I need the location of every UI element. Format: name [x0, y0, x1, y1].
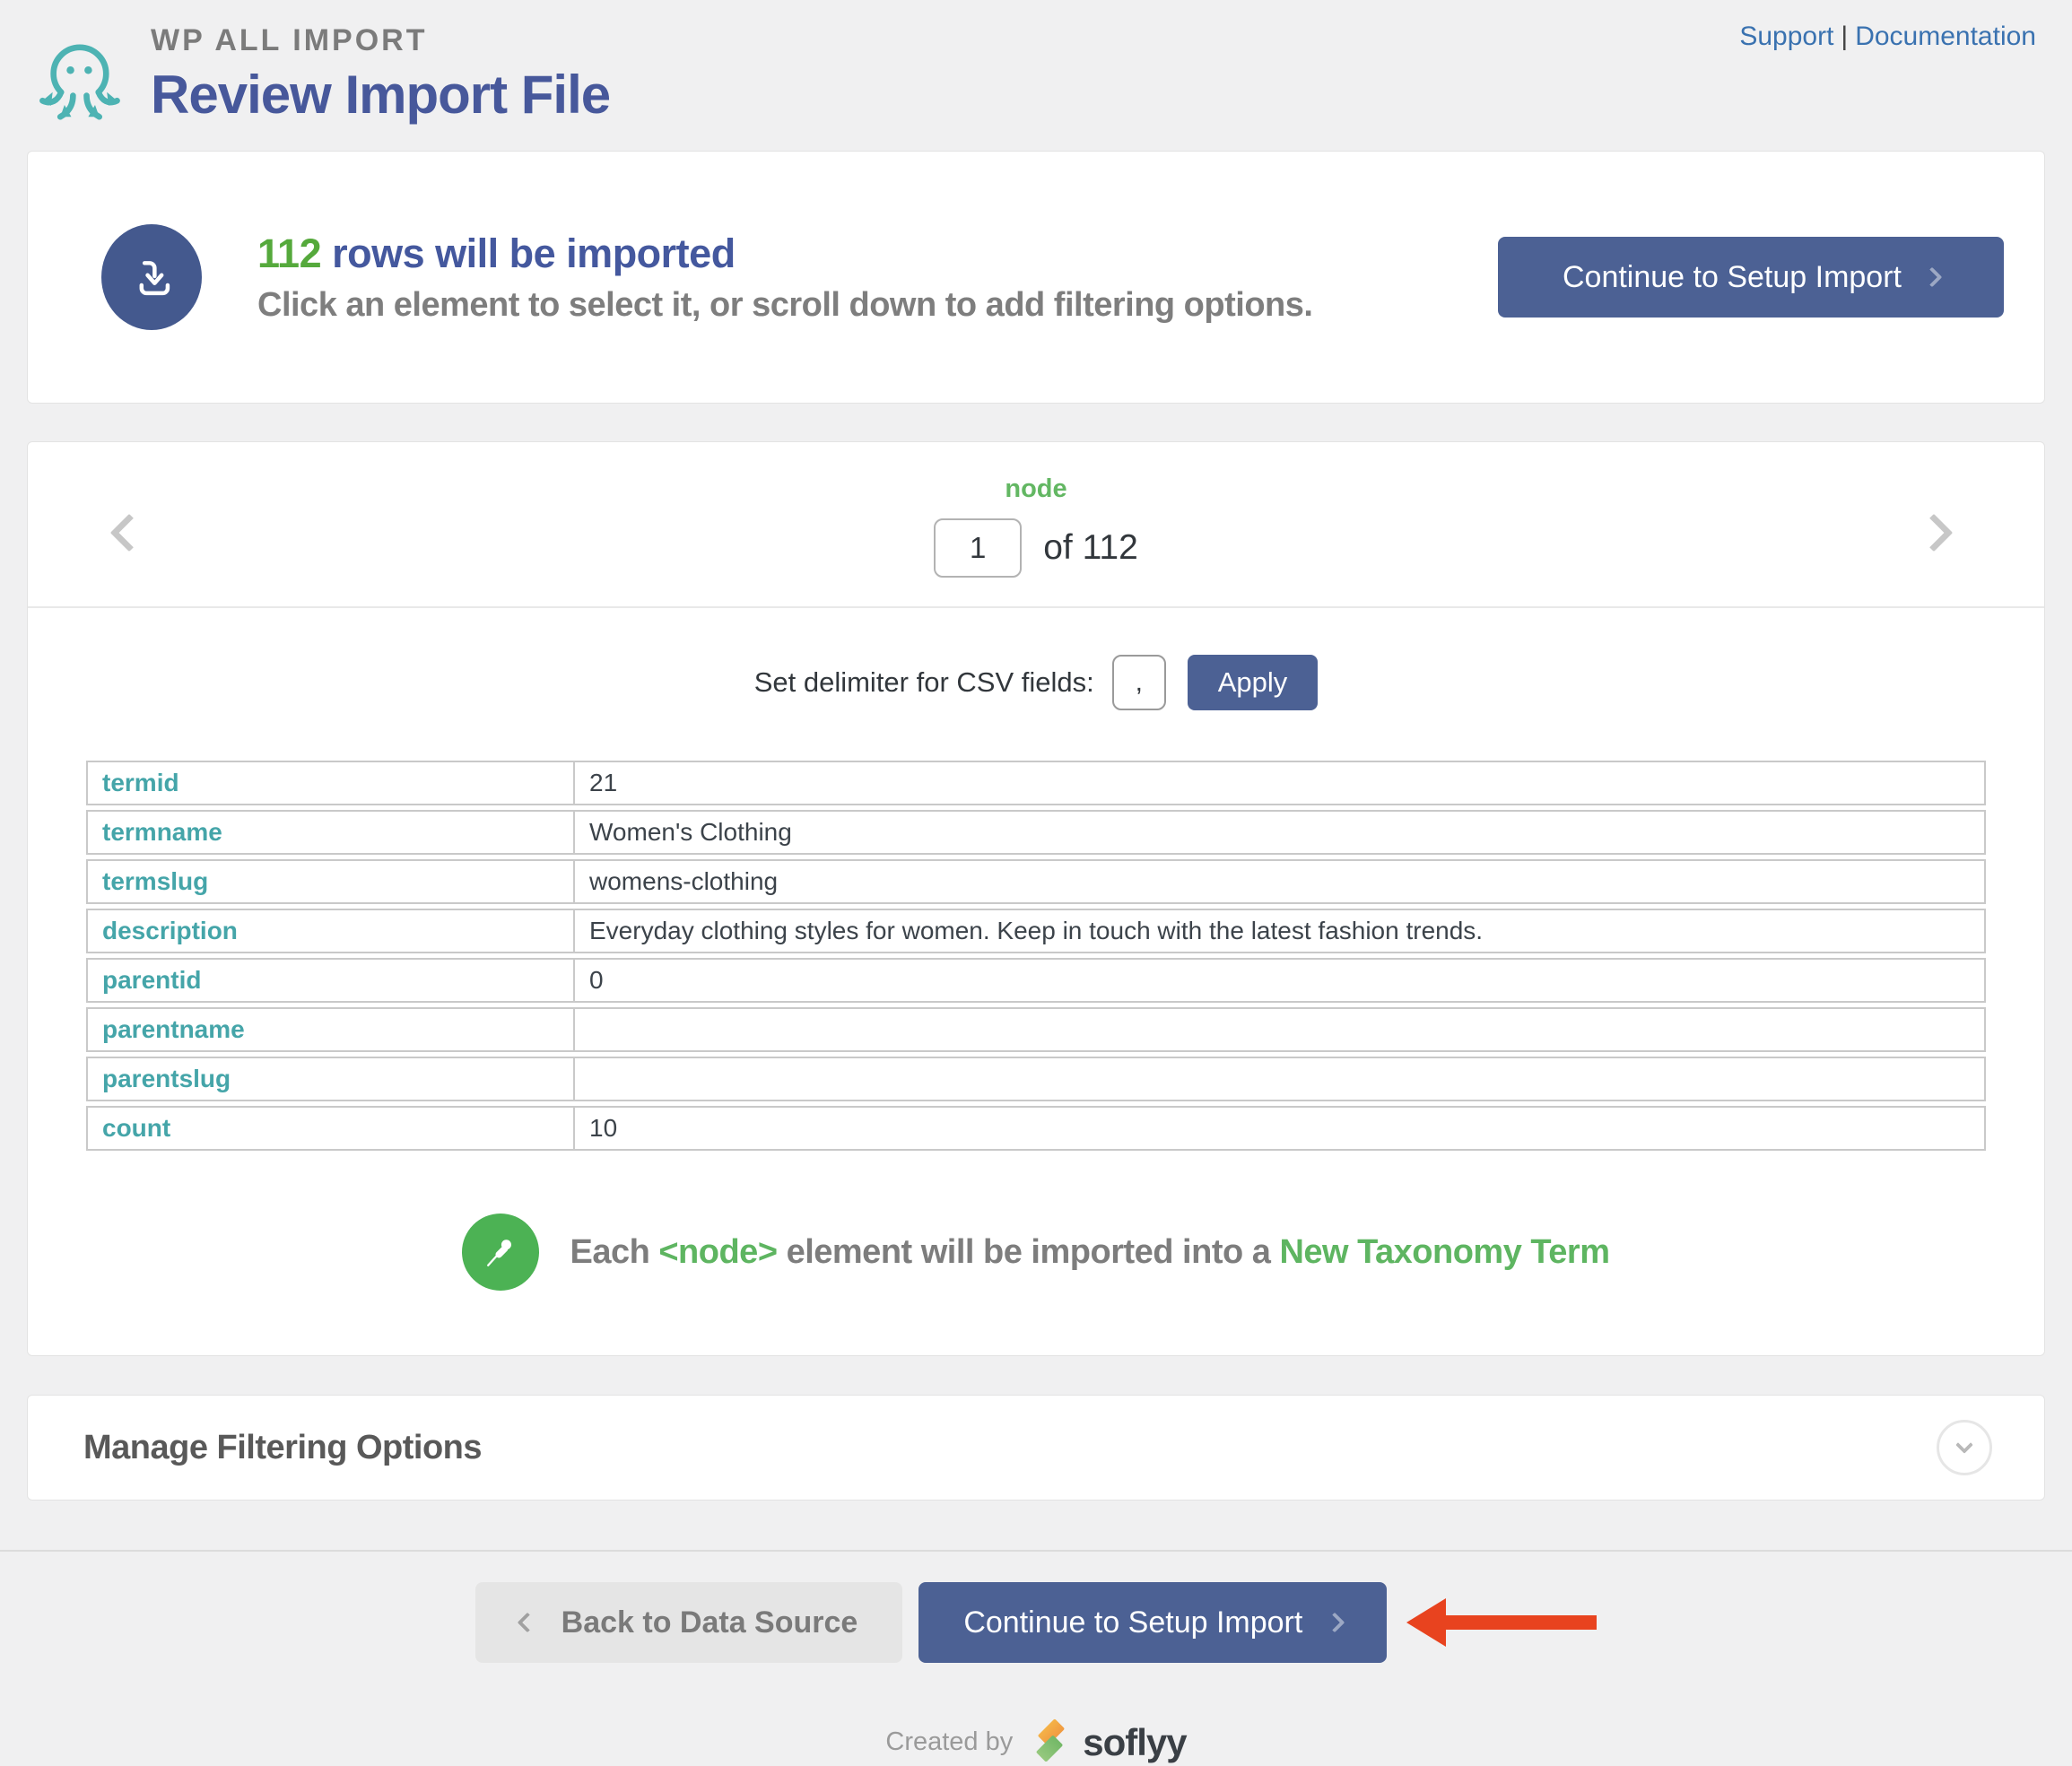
chevron-right-icon — [1325, 1612, 1345, 1633]
rows-headline: 112 rows will be imported — [257, 230, 736, 276]
import-target-note: Each <node> element will be imported int… — [28, 1214, 2044, 1355]
csv-delimiter-row: Set delimiter for CSV fields: Apply — [28, 655, 2044, 710]
table-row: parentname — [86, 1007, 1986, 1052]
apply-delimiter-button[interactable]: Apply — [1187, 655, 1319, 710]
field-value-cell: Women's Clothing — [589, 818, 792, 846]
field-key-cell[interactable]: parentslug — [88, 1058, 575, 1100]
field-value-cell: 0 — [589, 966, 604, 994]
field-value-cell: 21 — [589, 769, 618, 796]
back-to-data-source-button[interactable]: Back to Data Source — [474, 1582, 903, 1663]
bottom-action-bar: Back to Data Source Continue to Setup Im… — [27, 1582, 2045, 1663]
table-row: termslug womens-clothing — [86, 859, 1986, 904]
record-index-input[interactable] — [934, 518, 1023, 578]
field-key-cell[interactable]: parentid — [88, 960, 575, 1001]
wp-all-import-octopus-logo-icon — [32, 14, 126, 133]
field-key-cell[interactable]: description — [88, 910, 575, 952]
created-by-label: Created by — [885, 1727, 1014, 1756]
page-title: Review Import File — [151, 65, 611, 125]
table-row: description Everyday clothing styles for… — [86, 909, 1986, 953]
field-key-cell[interactable]: termslug — [88, 861, 575, 902]
field-key-cell[interactable]: termname — [88, 812, 575, 853]
field-value-cell — [575, 1009, 1984, 1050]
field-key-cell[interactable]: parentname — [88, 1009, 575, 1050]
record-review-card: node of 112 Set delimiter for CSV fields… — [27, 441, 2045, 1356]
chevron-left-icon — [517, 1612, 537, 1633]
field-value-cell: womens-clothing — [589, 867, 779, 895]
page-footer: Created by soflyy — [27, 1718, 2045, 1766]
footer-divider — [0, 1550, 2072, 1552]
red-pointer-arrow — [1406, 1598, 1598, 1647]
table-row: count 10 — [86, 1106, 1986, 1151]
table-row: parentid 0 — [86, 958, 1986, 1003]
summary-subtitle: Click an element to select it, or scroll… — [257, 285, 1313, 324]
node-element-label: node — [1005, 474, 1067, 503]
table-row: termname Women's Clothing — [86, 810, 1986, 855]
delimiter-input[interactable] — [1111, 655, 1166, 710]
continue-to-setup-import-button-bottom[interactable]: Continue to Setup Import — [918, 1582, 1388, 1663]
app-brand: WP ALL IMPORT — [151, 23, 428, 57]
support-link[interactable]: Support — [1739, 22, 1833, 51]
chevron-right-icon — [1921, 266, 1943, 288]
continue-to-setup-import-button-top[interactable]: Continue to Setup Import — [1497, 237, 2004, 318]
pushpin-icon — [462, 1214, 540, 1291]
node-tag-label: <node> — [658, 1232, 778, 1271]
page-header: WP ALL IMPORT Review Import File Support… — [27, 0, 2045, 151]
soflyy-brand-name: soflyy — [1083, 1720, 1187, 1763]
header-links: Support | Documentation — [1739, 22, 2036, 52]
field-key-cell[interactable]: count — [88, 1108, 575, 1149]
field-value-cell: Everyday clothing styles for women. Keep… — [589, 917, 1484, 944]
download-icon — [101, 224, 202, 330]
table-row: termid 21 — [86, 761, 1986, 805]
import-target-label: New Taxonomy Term — [1279, 1232, 1610, 1271]
delimiter-label: Set delimiter for CSV fields: — [753, 666, 1094, 698]
record-total-label: of 112 — [1043, 528, 1138, 567]
field-value-cell: 10 — [589, 1114, 618, 1142]
record-navigator: node of 112 — [28, 442, 2044, 608]
soflyy-logo-icon — [1029, 1718, 1072, 1766]
row-count: 112 — [257, 230, 322, 276]
chevron-down-icon — [1955, 1436, 1973, 1454]
table-row: parentslug — [86, 1057, 1986, 1101]
links-divider: | — [1841, 22, 1849, 51]
field-key-cell[interactable]: termid — [88, 762, 575, 804]
documentation-link[interactable]: Documentation — [1855, 22, 2036, 51]
import-summary-card: 112 rows will be imported Click an eleme… — [27, 151, 2045, 404]
expand-filtering-button[interactable] — [1937, 1420, 1992, 1475]
manage-filtering-options-section[interactable]: Manage Filtering Options — [27, 1395, 2045, 1501]
field-value-cell — [575, 1058, 1984, 1100]
filtering-section-title: Manage Filtering Options — [83, 1428, 483, 1466]
record-field-table: termid 21 termname Women's Clothing term… — [86, 761, 1986, 1151]
